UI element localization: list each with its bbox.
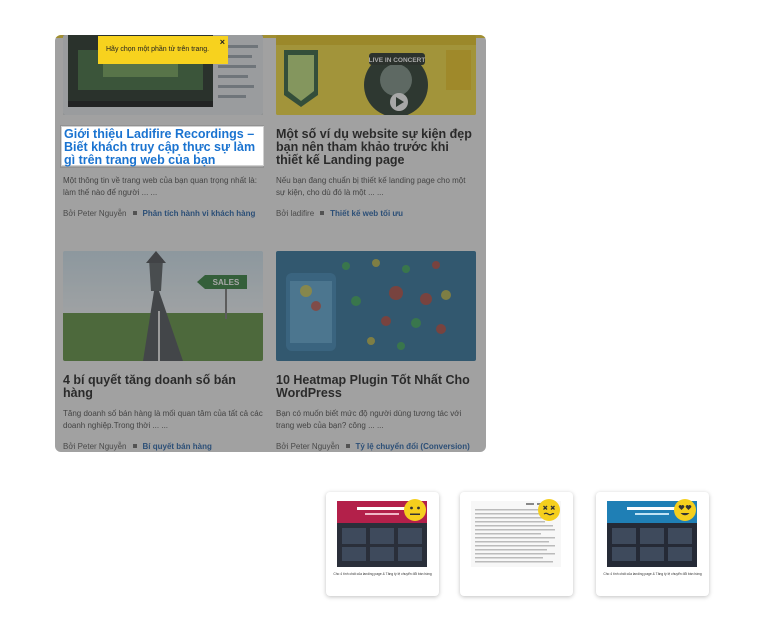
article-category-1[interactable]: Phân tích hành vi khách hàng bbox=[143, 209, 256, 218]
sales-sign-text: SALES bbox=[213, 278, 240, 287]
option-caption-3: Cho 4 tính chất của landing page & Tăng … bbox=[603, 572, 702, 576]
article-meta-1: Bởi Peter Nguyễn Phân tích hành vi khách … bbox=[63, 209, 263, 218]
tooltip-text: Hãy chọn một phần tử trên trang. bbox=[106, 46, 210, 53]
article-excerpt-3: Tăng doanh số bán hàng là mối quan tâm c… bbox=[63, 409, 263, 430]
close-icon[interactable]: × bbox=[220, 37, 225, 47]
option-caption-1: Cho 4 tính chất của landing page & Tăng … bbox=[333, 572, 432, 576]
article-meta-3: Bởi Peter Nguyễn Bí quyết bán hàng bbox=[63, 442, 263, 451]
article-card-4[interactable]: 10 Heatmap Plugin Tốt Nhất Cho WordPress… bbox=[276, 251, 476, 451]
layout-option-3[interactable]: Cho 4 tính chất của landing page & Tăng … bbox=[596, 492, 709, 596]
article-thumbnail-3[interactable]: SALES bbox=[63, 251, 263, 361]
article-excerpt-1: Một thông tin về trang web của bạn quan … bbox=[63, 176, 257, 197]
article-thumbnail-4[interactable] bbox=[276, 251, 476, 361]
article-meta-2: Bởi ladifire Thiết kế web tối ưu bbox=[276, 209, 476, 218]
article-category-4[interactable]: Tỷ lệ chuyển đổi (Conversion) bbox=[356, 442, 470, 451]
instruction-tooltip: Hãy chọn một phần tử trên trang. × bbox=[98, 36, 228, 64]
selected-element-box[interactable]: Giới thiệu Ladifire Recordings – Biết kh… bbox=[61, 126, 264, 167]
meta-separator bbox=[320, 211, 325, 216]
layout-option-2[interactable] bbox=[460, 492, 573, 596]
article-author-2: Bởi ladifire bbox=[276, 209, 315, 218]
article-title-4[interactable]: 10 Heatmap Plugin Tốt Nhất Cho WordPress bbox=[276, 374, 476, 400]
article-author-4: Bởi Peter Nguyễn bbox=[276, 442, 340, 451]
article-excerpt-2: Nếu bạn đang chuẩn bị thiết kế landing p… bbox=[276, 176, 466, 197]
article-card-3[interactable]: SALES 4 bí quyết tăng doanh số bán hàng … bbox=[63, 251, 263, 451]
article-category-2[interactable]: Thiết kế web tối ưu bbox=[330, 209, 403, 218]
layout-option-1[interactable]: Cho 4 tính chất của landing page & Tăng … bbox=[326, 492, 439, 596]
article-title-3[interactable]: 4 bí quyết tăng doanh số bán hàng bbox=[63, 374, 263, 400]
article-excerpt-4: Bạn có muốn biết mức độ người dùng tương… bbox=[276, 409, 462, 430]
heart-eyes-face-icon bbox=[674, 499, 696, 521]
article-meta-4: Bởi Peter Nguyễn Tỷ lệ chuyển đổi (Conver… bbox=[276, 442, 476, 451]
article-author-3: Bởi Peter Nguyễn bbox=[63, 442, 127, 451]
article-card-2[interactable]: LIVE IN CONCERT Một số ví dụ website sự … bbox=[276, 35, 476, 218]
selected-title-text: Giới thiệu Ladifire Recordings – Biết kh… bbox=[64, 127, 256, 167]
article-thumbnail-2[interactable]: LIVE IN CONCERT bbox=[276, 35, 476, 115]
concert-badge-text: LIVE IN CONCERT bbox=[369, 57, 426, 64]
stage: Giới thiệu Ladifire Recordings – Biết kh… bbox=[0, 0, 780, 640]
meta-separator bbox=[345, 444, 350, 449]
meta-separator bbox=[132, 444, 137, 449]
article-title-2[interactable]: Một số ví dụ website sự kiện đẹp bạn nên… bbox=[276, 128, 476, 167]
article-author-1: Bởi Peter Nguyễn bbox=[63, 209, 127, 218]
meta-separator bbox=[132, 211, 137, 216]
article-category-3[interactable]: Bí quyết bán hàng bbox=[143, 442, 212, 451]
dizzy-face-icon bbox=[538, 499, 560, 521]
blog-panel: Giới thiệu Ladifire Recordings – Biết kh… bbox=[55, 35, 486, 452]
neutral-face-icon bbox=[404, 499, 426, 521]
